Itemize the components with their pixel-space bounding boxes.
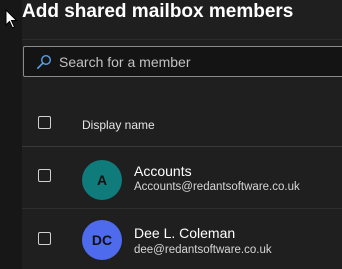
member-email: Accounts@redantsoftware.co.uk <box>134 181 300 193</box>
mouse-pointer-icon <box>5 9 18 29</box>
avatar: DC <box>82 220 122 260</box>
member-email: dee@redantsoftware.co.uk <box>134 244 272 256</box>
panel-title: Add shared mailbox members <box>22 1 294 22</box>
member-name: Dee L. Coleman <box>134 225 236 241</box>
row-divider <box>22 208 342 209</box>
row-checkbox[interactable] <box>38 169 51 182</box>
add-members-panel: Add shared mailbox members Display name … <box>0 0 342 269</box>
row-checkbox[interactable] <box>38 232 51 245</box>
avatar: A <box>82 160 122 200</box>
header-divider <box>22 146 342 147</box>
divider <box>22 39 342 40</box>
column-header-display-name[interactable]: Display name <box>82 118 155 132</box>
member-name: Accounts <box>134 163 192 179</box>
search-box[interactable] <box>23 46 342 77</box>
table-row[interactable]: A Accounts Accounts@redantsoftware.co.uk <box>22 151 342 211</box>
avatar-initials: A <box>96 172 108 188</box>
search-input[interactable] <box>59 53 319 70</box>
table-row[interactable]: DC Dee L. Coleman dee@redantsoftware.co.… <box>22 210 342 269</box>
table-header: Display name <box>22 106 342 146</box>
avatar-initials: DC <box>91 232 113 248</box>
select-all-checkbox[interactable] <box>38 116 51 129</box>
search-icon <box>35 53 53 71</box>
left-edge-strip <box>0 0 22 269</box>
